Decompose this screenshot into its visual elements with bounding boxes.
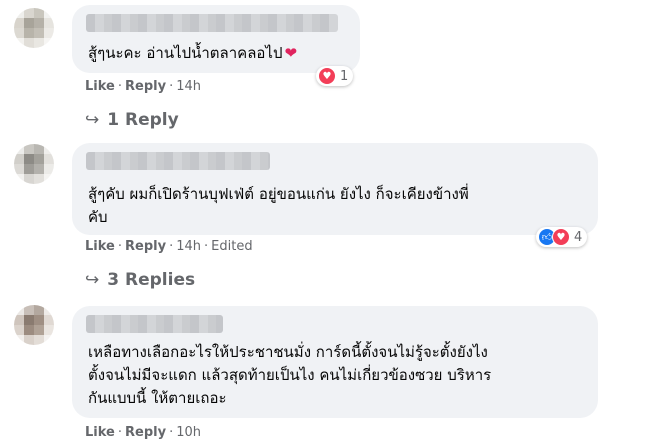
commenter-name[interactable] xyxy=(86,315,223,333)
reply-arrow-icon: ↪ xyxy=(85,110,100,130)
avatar[interactable] xyxy=(14,8,54,48)
reaction-count: 4 xyxy=(574,229,583,245)
reaction-count: 1 xyxy=(340,68,349,84)
reply-button[interactable]: Reply xyxy=(125,79,166,94)
like-button[interactable]: Like xyxy=(85,425,115,440)
comment-text: เหลือทางเลือกอะไรให้ประชาชนมั่ง การ์ดนี้… xyxy=(88,343,492,407)
comment-bubble: สู้ๆคับ ผมก็เปิดร้านบุฟเฟ่ต์ อยู่ขอนแก่น… xyxy=(72,143,598,235)
reply-button[interactable]: Reply xyxy=(125,425,166,440)
commenter-name[interactable] xyxy=(86,14,338,32)
heart-emoji: ❤ xyxy=(284,44,298,62)
reaction-summary[interactable]: 👍︎ ♥ 4 xyxy=(536,227,588,247)
view-replies-link[interactable]: ↪ 1 Reply xyxy=(85,110,179,130)
timestamp[interactable]: 10h xyxy=(176,425,201,440)
reply-arrow-icon: ↪ xyxy=(85,270,100,290)
comment-text: สู้ๆคับ ผมก็เปิดร้านบุฟเฟ่ต์ อยู่ขอนแก่น… xyxy=(88,185,469,226)
timestamp[interactable]: 14h xyxy=(176,79,201,94)
comment-actions: Like · Reply · 14h xyxy=(85,79,201,94)
comment-bubble: สู้ๆนะคะ อ่านไปน้ำตลาคลอไป ❤ xyxy=(72,5,360,73)
like-button[interactable]: Like xyxy=(85,239,115,254)
commenter-name[interactable] xyxy=(86,152,270,170)
avatar[interactable] xyxy=(14,144,54,184)
comment-actions: Like · Reply · 14h · Edited xyxy=(85,239,253,254)
comment-text: สู้ๆนะคะ อ่านไปน้ำตลาคลอไป ❤ xyxy=(88,44,298,62)
edited-label[interactable]: Edited xyxy=(211,239,252,254)
reaction-summary[interactable]: ♥ 1 xyxy=(316,66,354,86)
avatar[interactable] xyxy=(14,305,54,345)
view-replies-link[interactable]: ↪ 3 Replies xyxy=(85,270,195,290)
like-button[interactable]: Like xyxy=(85,79,115,94)
reply-button[interactable]: Reply xyxy=(125,239,166,254)
comment-bubble: เหลือทางเลือกอะไรให้ประชาชนมั่ง การ์ดนี้… xyxy=(72,306,598,418)
comment-actions: Like · Reply · 10h xyxy=(85,425,201,440)
love-reaction-icon: ♥ xyxy=(552,228,570,246)
timestamp[interactable]: 14h xyxy=(176,239,201,254)
love-reaction-icon: ♥ xyxy=(318,67,336,85)
